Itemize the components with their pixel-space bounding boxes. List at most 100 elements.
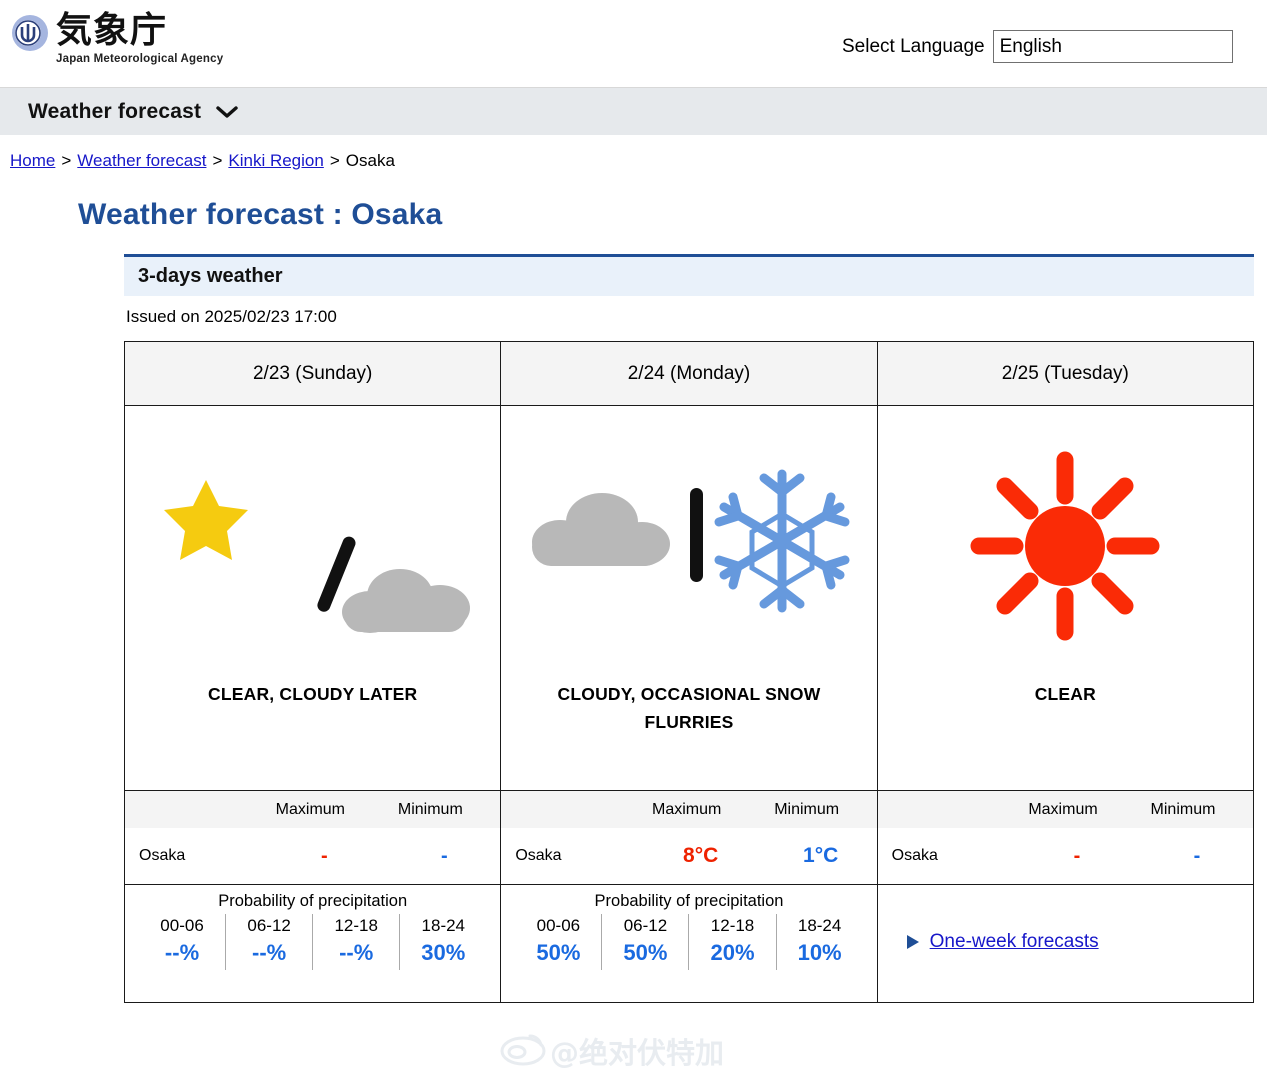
forecast-cell-1: CLOUDY, OCCASIONAL SNOW FLURRIES: [500, 405, 878, 791]
precipitation-hours: 00-06: [160, 916, 204, 935]
temp-max-1: 8°C: [683, 844, 719, 867]
page-title: Weather forecast : Osaka: [78, 198, 443, 231]
table-row-dates: 2/23 (Sunday) 2/24 (Monday) 2/25 (Tuesda…: [123, 341, 1255, 406]
precipitation-grid-1: 00-06 50% 06-12 50% 12-18 20% 18-24 10%: [501, 914, 876, 970]
agency-name-en: Japan Meteorological Agency: [56, 53, 224, 65]
breadcrumb-item-weather-forecast[interactable]: Weather forecast: [77, 151, 206, 170]
precipitation-value: --%: [252, 940, 287, 965]
language-selector[interactable]: Select Language: [842, 30, 1233, 63]
temp-header-0: Maximum Minimum: [125, 791, 501, 828]
site-header: 気象庁 Japan Meteorological Agency Select L…: [0, 0, 1267, 88]
temp-max-0: -: [320, 844, 328, 867]
weather-description-2: CLEAR: [1034, 684, 1096, 704]
precipitation-hours: 12-18: [710, 916, 755, 935]
temp-values-2: Osaka - -: [878, 828, 1253, 884]
one-week-forecast-cell: One-week forecasts: [876, 884, 1255, 1003]
temp-header-maximum: Maximum: [1028, 800, 1098, 818]
cloud-snowflake-icon: [501, 406, 876, 676]
weibo-logo-icon: [500, 1032, 546, 1071]
temp-header-maximum: Maximum: [651, 800, 722, 818]
table-row-precipitation: Probability of precipitation 00-06 --% 0…: [123, 884, 1255, 1003]
temp-header-maximum: Maximum: [275, 800, 345, 818]
precipitation-value: 30%: [421, 940, 466, 965]
weibo-watermark: @绝对伏特加: [500, 1022, 790, 1080]
precipitation-value: --%: [339, 940, 374, 965]
temp-header-2: Maximum Minimum: [877, 791, 1253, 828]
city-label-1: Osaka: [515, 847, 562, 864]
precipitation-title: Probability of precipitation: [594, 892, 784, 910]
precipitation-hours: 06-12: [247, 916, 291, 935]
sun-icon: [878, 406, 1253, 676]
weather-description-1: CLOUDY, OCCASIONAL SNOW FLURRIES: [557, 684, 821, 732]
forecast-cell-2: CLEAR: [876, 405, 1255, 791]
precipitation-hours: 18-24: [421, 916, 466, 935]
precipitation-hours: 00-06: [536, 916, 581, 935]
temp-values-0: Osaka - -: [125, 828, 500, 884]
table-row-icons: CLEAR, CLOUDY LATER CLOUDY, OCCASIONAL S…: [123, 405, 1255, 791]
breadcrumb-item-home[interactable]: Home: [10, 151, 55, 170]
section-title: 3-days weather: [138, 265, 283, 287]
section-header: 3-days weather: [124, 254, 1254, 296]
moon-star-to-cloud-icon: [125, 406, 500, 676]
language-select[interactable]: [992, 30, 1233, 63]
nav-weather-forecast[interactable]: Weather forecast: [0, 88, 1267, 136]
day-header-1: 2/24 (Monday): [500, 341, 878, 406]
precipitation-hours: 12-18: [334, 916, 378, 935]
breadcrumb-item-kinki-region[interactable]: Kinki Region: [228, 151, 323, 170]
city-label-0: Osaka: [139, 847, 186, 864]
temp-max-2: -: [1073, 844, 1081, 867]
nav-title: Weather forecast: [28, 99, 202, 123]
precipitation-value: 50%: [623, 940, 668, 965]
forecast-cell-0: CLEAR, CLOUDY LATER: [123, 405, 502, 791]
city-label-2: Osaka: [891, 847, 938, 864]
day-header-0: 2/23 (Sunday): [123, 341, 502, 406]
precipitation-grid-0: 00-06 --% 06-12 --% 12-18 --% 18-24 30%: [125, 914, 500, 970]
table-row-temperatures: Maximum Minimum Osaka - - Maximum Minimu…: [123, 790, 1255, 885]
precipitation-col: 06-12 50%: [601, 914, 688, 970]
agency-name-jp: 気象庁: [56, 10, 168, 51]
breadcrumb-item-osaka: Osaka: [345, 151, 395, 170]
precipitation-col: 18-24 10%: [775, 914, 863, 970]
temp-min-1: 1°C: [803, 844, 839, 867]
precipitation-value: 10%: [797, 940, 842, 965]
temp-header-minimum: Minimum: [397, 800, 463, 818]
breadcrumb: Home > Weather forecast > Kinki Region > Osaka: [0, 136, 1267, 172]
forecast-table: 2/23 (Sunday) 2/24 (Monday) 2/25 (Tuesda…: [123, 341, 1255, 1003]
temp-min-0: -: [440, 844, 448, 867]
temp-header-1: Maximum Minimum: [501, 791, 877, 828]
one-week-forecasts-label[interactable]: One-week forecasts: [930, 931, 1099, 953]
precipitation-col: 00-06 50%: [515, 914, 601, 970]
temp-header-minimum: Minimum: [1150, 800, 1216, 818]
breadcrumb-separator: >: [61, 151, 72, 170]
temp-min-2: -: [1193, 844, 1201, 867]
watermark-text: @绝对伏特加: [550, 1036, 725, 1070]
precipitation-value: --%: [164, 940, 200, 965]
temp-header-minimum: Minimum: [774, 800, 840, 818]
precipitation-col: 00-06 --%: [139, 914, 225, 970]
breadcrumb-separator: >: [329, 151, 340, 170]
temperature-cell-1: Maximum Minimum Osaka 8°C 1°C: [500, 790, 878, 885]
forecast-content: 3-days weather Issued on 2025/02/23 17:0…: [123, 254, 1255, 1003]
day-header-2: 2/25 (Tuesday): [876, 341, 1255, 406]
one-week-forecasts-link[interactable]: One-week forecasts: [878, 885, 1253, 953]
weather-description-0: CLEAR, CLOUDY LATER: [208, 684, 418, 704]
precipitation-col: 12-18 20%: [688, 914, 775, 970]
jma-logo[interactable]: 気象庁 Japan Meteorological Agency: [0, 0, 223, 66]
precipitation-col: 18-24 30%: [399, 914, 486, 970]
temp-values-1: Osaka 8°C 1°C: [501, 828, 876, 884]
precipitation-cell-1: Probability of precipitation 00-06 50% 0…: [500, 884, 878, 1003]
language-label: Select Language: [842, 35, 985, 57]
chevron-down-icon[interactable]: [215, 104, 239, 120]
precipitation-title: Probability of precipitation: [218, 892, 408, 910]
issued-time: Issued on 2025/02/23 17:00: [126, 307, 337, 326]
precipitation-cell-0: Probability of precipitation 00-06 --% 0…: [123, 884, 502, 1003]
breadcrumb-separator: >: [212, 151, 223, 170]
precipitation-col: 06-12 --%: [225, 914, 312, 970]
precipitation-value: 50%: [536, 940, 581, 965]
triangle-right-icon: [906, 934, 920, 950]
temperature-cell-0: Maximum Minimum Osaka - -: [123, 790, 502, 885]
jma-logo-icon: [8, 10, 54, 56]
precipitation-col: 12-18 --%: [312, 914, 399, 970]
temperature-cell-2: Maximum Minimum Osaka - -: [876, 790, 1255, 885]
precipitation-hours: 06-12: [623, 916, 668, 935]
